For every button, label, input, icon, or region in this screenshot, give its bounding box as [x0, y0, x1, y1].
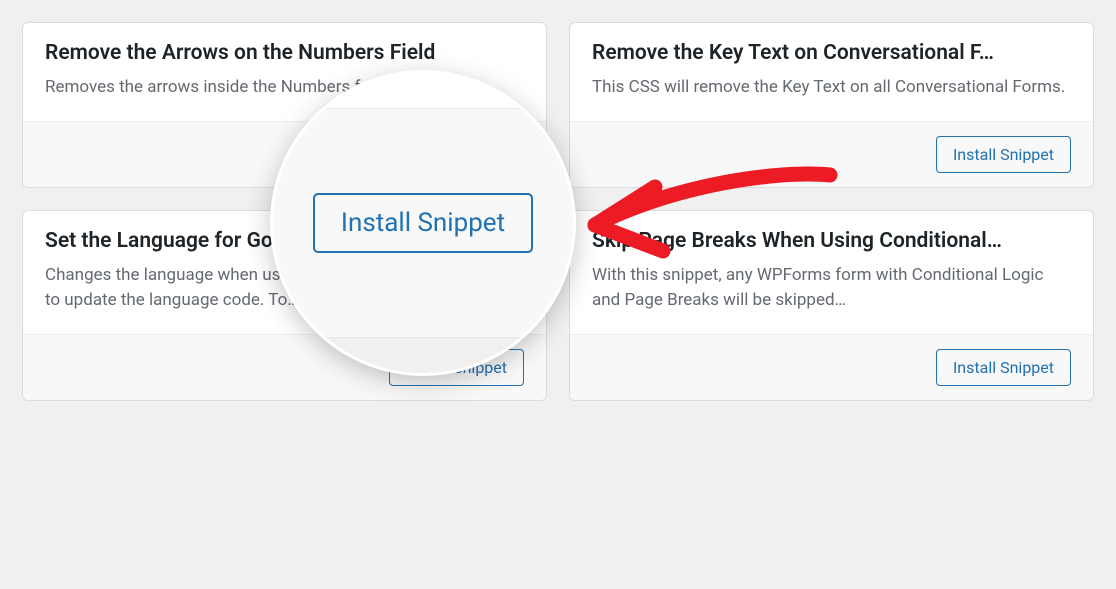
card-title: Skip Page Breaks When Using Conditional… — [592, 229, 1071, 253]
magnifier-inner: Install Snippet — [273, 73, 573, 373]
card-footer: Install Snippet — [570, 334, 1093, 400]
magnifier-highlight: Install Snippet — [273, 73, 573, 373]
install-snippet-button[interactable]: Install Snippet — [936, 349, 1071, 386]
magnifier-top — [273, 73, 573, 108]
card-body: Remove the Key Text on Conversational F…… — [570, 23, 1093, 121]
card-footer: Install Snippet — [570, 121, 1093, 187]
magnifier-middle: Install Snippet — [273, 109, 573, 337]
card-title: Remove the Key Text on Conversational F… — [592, 41, 1071, 65]
card-title: Remove the Arrows on the Numbers Field — [45, 41, 524, 65]
install-snippet-button[interactable]: Install Snippet — [936, 136, 1071, 173]
card-body: Skip Page Breaks When Using Conditional…… — [570, 211, 1093, 334]
snippet-card: Skip Page Breaks When Using Conditional…… — [569, 210, 1094, 401]
card-description: This CSS will remove the Key Text on all… — [592, 75, 1071, 101]
snippet-card: Remove the Key Text on Conversational F…… — [569, 22, 1094, 188]
install-snippet-button-magnified[interactable]: Install Snippet — [313, 193, 533, 253]
card-description: With this snippet, any WPForms form with… — [592, 263, 1071, 314]
magnifier-bottom — [273, 338, 573, 373]
